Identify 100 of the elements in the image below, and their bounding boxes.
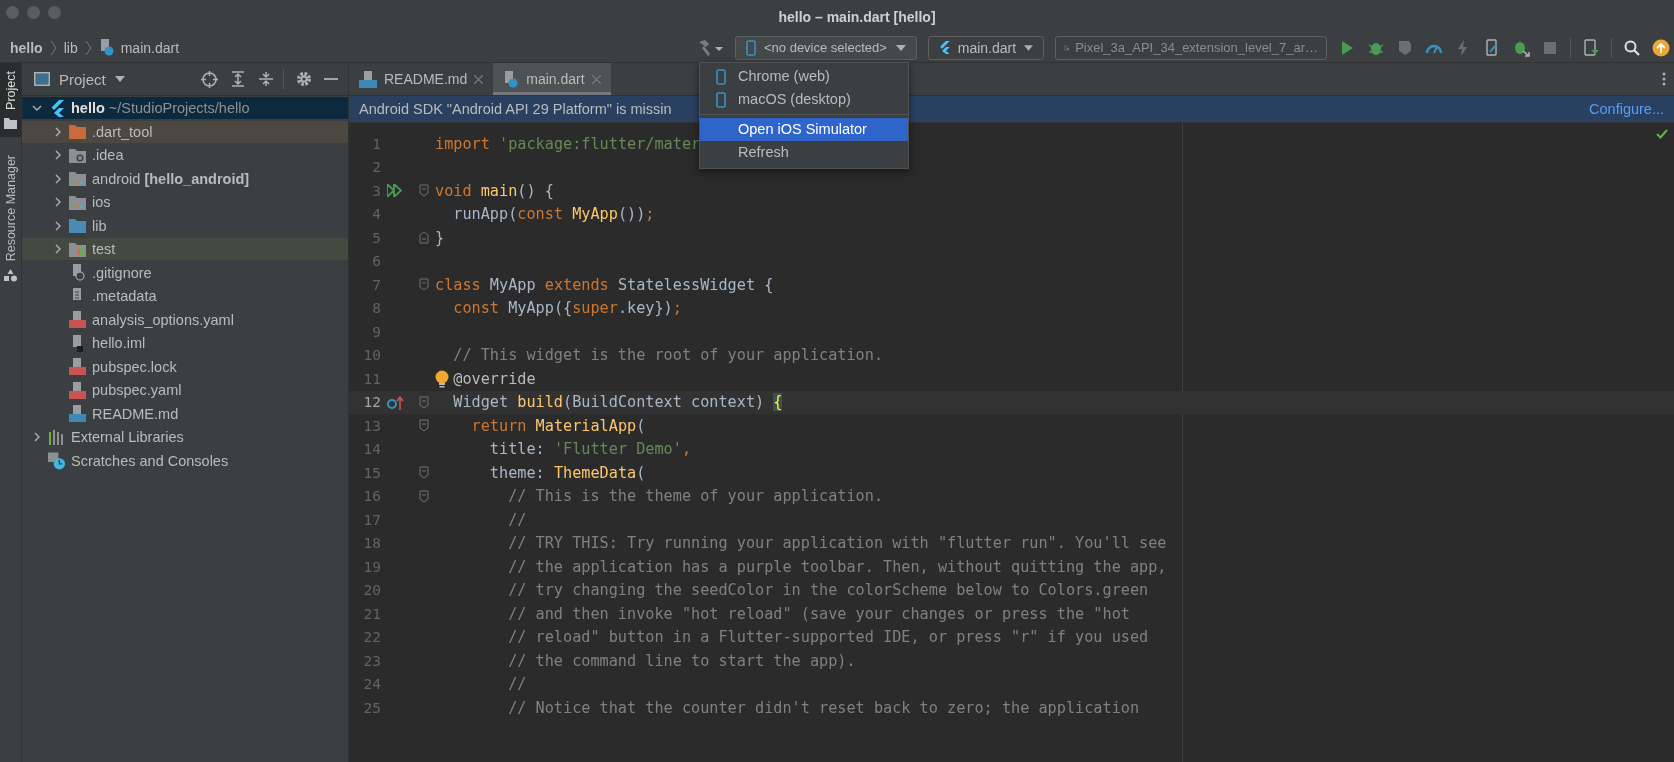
line-number: 6	[371, 253, 381, 270]
crosshair-icon[interactable]	[201, 70, 218, 88]
line-number: 19	[362, 558, 381, 575]
code-line: //	[507, 675, 527, 694]
item-label: pubspec.lock	[92, 358, 177, 375]
yaml-file-icon	[69, 311, 86, 328]
menu-item[interactable]: macOS (desktop)	[700, 88, 908, 111]
tree-item[interactable]: .idea	[22, 144, 348, 166]
folder-icon	[69, 218, 86, 233]
device-dropdown[interactable]: <no device selected>	[735, 35, 917, 60]
caret-icon[interactable]	[114, 76, 125, 82]
search-icon[interactable]	[1623, 38, 1641, 57]
update-icon[interactable]	[1652, 38, 1670, 57]
code-line: // TRY THIS: Try running your application with "flutter run". You'll see	[507, 534, 1167, 553]
item-label: android [hello_android]	[92, 170, 250, 187]
item-label: .dart_tool	[92, 123, 153, 140]
code-line: // This widget is the root of your application.	[452, 346, 884, 365]
item-label: lib	[92, 217, 107, 234]
chevron-right-icon[interactable]	[32, 432, 42, 442]
menu-item[interactable]: Refresh	[700, 141, 908, 164]
dart-file-icon	[98, 39, 115, 56]
tree-item[interactable]: hello ~/StudioProjects/hello	[22, 97, 348, 119]
fold-marker-icon[interactable]	[419, 395, 429, 409]
more-icon[interactable]	[1662, 72, 1666, 86]
fold-marker-icon[interactable]	[419, 466, 429, 480]
fold-marker-icon[interactable]	[419, 278, 429, 292]
phone-icon[interactable]	[1582, 38, 1600, 57]
run-icon[interactable]	[387, 184, 403, 198]
chevron-right-icon[interactable]	[53, 173, 63, 184]
item-label: pubspec.yaml	[92, 382, 182, 398]
editor-tab[interactable]: README.md	[349, 63, 494, 95]
tree-item[interactable]: test	[22, 238, 348, 260]
fold-marker-icon[interactable]	[419, 184, 429, 198]
tree-item[interactable]: hello.iml	[22, 332, 348, 354]
breadcrumb-item[interactable]: main.dart	[120, 39, 180, 56]
tree-item[interactable]: pubspec.yaml	[22, 379, 348, 401]
caret-icon	[896, 44, 906, 51]
code-line: // This is the theme of your application.	[507, 487, 884, 506]
chevron-right-icon[interactable]	[53, 197, 63, 207]
editor-tab[interactable]: main.dart	[493, 63, 611, 95]
logo-icon	[939, 40, 950, 55]
run-config-dropdown[interactable]: main.dart	[928, 35, 1044, 60]
panel-title[interactable]: Project	[59, 70, 106, 88]
item-label: External Libraries	[71, 429, 184, 445]
close-icon[interactable]	[474, 74, 484, 84]
menu-item[interactable]: Open iOS Simulator	[700, 118, 908, 141]
tree-item[interactable]: android [hello_android]	[22, 167, 348, 190]
line-number: 18	[362, 535, 381, 552]
fold-marker-icon[interactable]	[419, 419, 429, 433]
tree-item[interactable]: External Libraries	[22, 426, 348, 448]
configure-link[interactable]: Configure...	[1589, 101, 1664, 117]
menu-item[interactable]: Chrome (web)	[700, 65, 908, 88]
tree-item[interactable]: README.md	[22, 402, 348, 425]
tree-item[interactable]: ios	[22, 191, 348, 213]
tree-item[interactable]: lib	[22, 214, 348, 237]
target-device-field[interactable]: Pixel_3a_API_34_extension_level_7_ar…	[1055, 35, 1327, 60]
code-line: // reload" button in a Flutter-supported IDE, or press "r" if you used	[507, 628, 1149, 647]
tree-item[interactable]: .dart_tool	[22, 120, 348, 143]
tool-window-tab[interactable]: Resource Manager	[0, 146, 21, 291]
line-number: 14	[362, 441, 381, 458]
phone-icon	[716, 68, 726, 85]
line-number: 11	[362, 370, 381, 387]
collapse-all-icon[interactable]	[258, 71, 274, 87]
tree-item[interactable]: .gitignore	[22, 261, 348, 284]
tree-item[interactable]: Scratches and Consoles	[22, 449, 348, 472]
breadcrumb-item[interactable]: lib	[63, 39, 78, 56]
line-number: 25	[362, 699, 381, 716]
line-number: 7	[371, 276, 381, 293]
item-label: hello	[71, 100, 105, 116]
line-number: 17	[362, 511, 381, 528]
expand-all-icon[interactable]	[230, 71, 246, 87]
tree-item[interactable]: pubspec.lock	[22, 355, 348, 378]
breadcrumb-item[interactable]: hello	[10, 39, 43, 56]
tree-item[interactable]: .metadata	[22, 285, 348, 307]
chevron-right-icon[interactable]	[53, 244, 63, 254]
caret-icon	[1024, 44, 1033, 51]
markdown-file-icon	[359, 70, 377, 88]
code-line: // try changing the seedColor in the colorScheme below to Colors.green	[507, 581, 1149, 600]
folder-icon	[69, 171, 86, 186]
line-number: 21	[362, 605, 381, 622]
item-label: .gitignore	[92, 264, 152, 281]
chevron-right-icon[interactable]	[53, 126, 63, 137]
chevron-right-icon[interactable]	[53, 220, 63, 231]
lightbulb-icon[interactable]	[435, 369, 449, 388]
chevron-right-icon[interactable]	[53, 150, 63, 160]
item-label: .metadata	[92, 288, 157, 304]
fold-marker-icon[interactable]	[419, 231, 429, 245]
settings-icon[interactable]	[296, 71, 312, 87]
tool-window-tab[interactable]: Project	[0, 63, 21, 137]
code-line: void main() {	[435, 181, 554, 200]
code-line: // Notice that the counter didn't reset back to zero; the application	[507, 698, 1140, 717]
chevron-down-icon[interactable]	[32, 105, 42, 111]
line-number: 20	[362, 582, 381, 599]
fold-marker-icon[interactable]	[419, 489, 429, 503]
override-marker-icon[interactable]	[387, 394, 404, 410]
line-number: 23	[362, 652, 381, 669]
code-line: // the application has a purple toolbar. Then, without quitting the app,	[507, 557, 1167, 576]
tree-item[interactable]: analysis_options.yaml	[22, 308, 348, 331]
line-number: 5	[371, 229, 381, 246]
code-line: runApp(const MyApp());	[452, 205, 655, 224]
